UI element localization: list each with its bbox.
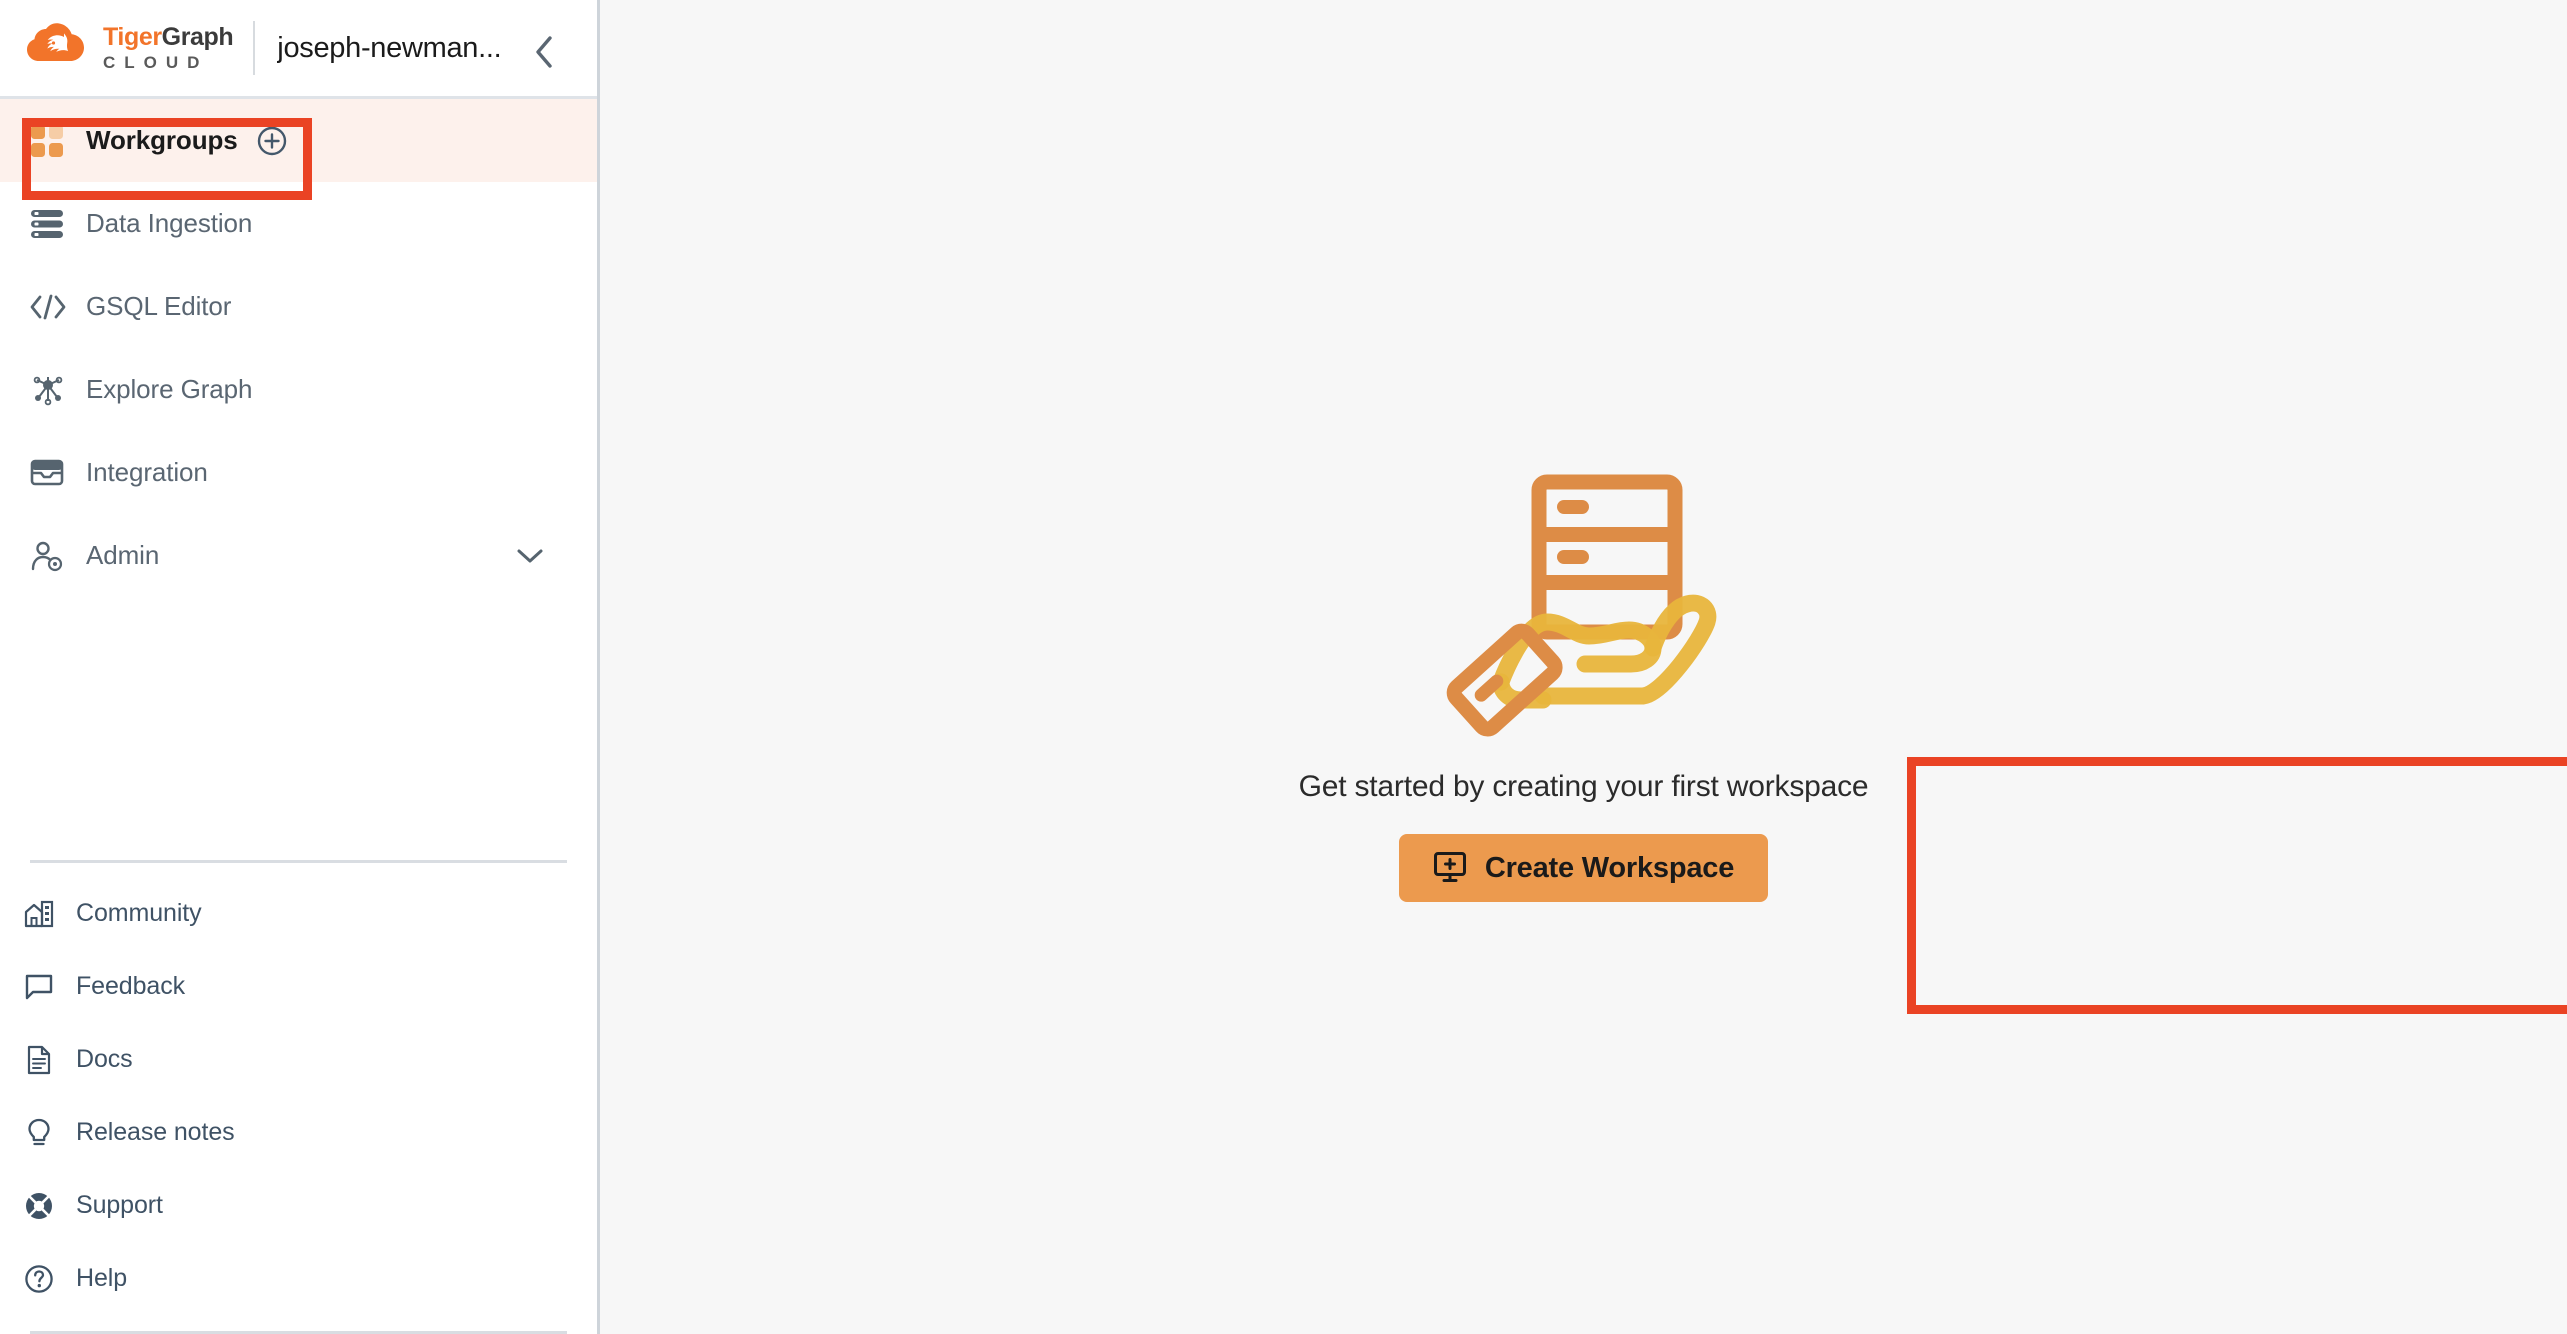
sidebar-item-integration[interactable]: Integration	[0, 431, 597, 514]
sidebar-item-admin[interactable]: Admin	[0, 514, 597, 597]
sidebar-secondary-nav: Community Feedback Docs Release notes Su…	[0, 863, 597, 1315]
logo-graph-text: Graph	[161, 23, 234, 51]
create-workspace-label: Create Workspace	[1484, 851, 1735, 884]
logo-cloud-text: CLOUD	[103, 53, 209, 72]
sidebar-item-label: Docs	[76, 1045, 133, 1073]
logo-line-one: TigerGraph	[103, 23, 234, 51]
sidebar-item-label: Support	[76, 1191, 163, 1219]
logo-wordmark: TigerGraph CLOUD	[103, 23, 234, 72]
app-root: TigerGraph CLOUD joseph-newman... Workgr…	[0, 0, 2567, 1334]
create-workspace-button[interactable]: Create Workspace	[1398, 834, 1769, 902]
logo-tiger-text: Tiger	[103, 23, 162, 51]
sidebar-item-label: Workgroups	[86, 125, 238, 155]
sidebar-item-release-notes[interactable]: Release notes	[0, 1096, 597, 1169]
sidebar-item-label: Feedback	[76, 972, 185, 1000]
hand-holding-server-illustration	[1446, 474, 1716, 737]
graph-nodes-icon	[30, 373, 74, 407]
lightbulb-icon	[18, 1118, 60, 1148]
sidebar-item-support[interactable]: Support	[0, 1169, 597, 1242]
community-building-icon	[18, 900, 60, 928]
sidebar-item-workgroups[interactable]: Workgroups	[0, 99, 597, 182]
sidebar-item-explore-graph[interactable]: Explore Graph	[0, 348, 597, 431]
lifebuoy-icon	[18, 1191, 60, 1221]
sidebar-item-label: Release notes	[76, 1118, 235, 1146]
sidebar-primary-nav: Workgroups Data Ingestion GSQL Editor Ex…	[0, 99, 597, 597]
sidebar-item-data-ingestion[interactable]: Data Ingestion	[0, 182, 597, 265]
plus-circle-icon	[257, 126, 286, 155]
empty-state: Get started by creating your first works…	[600, 470, 2567, 902]
sidebar-item-label: Help	[76, 1264, 128, 1292]
server-stack-icon	[30, 209, 74, 239]
sidebar-item-feedback[interactable]: Feedback	[0, 950, 597, 1023]
sidebar-item-label: Community	[76, 899, 202, 927]
inbox-tray-icon	[30, 458, 74, 488]
tigergraph-cloud-logo-icon	[27, 23, 84, 61]
empty-state-message: Get started by creating your first works…	[1298, 770, 1869, 803]
sidebar-header: TigerGraph CLOUD joseph-newman...	[0, 0, 597, 99]
speech-bubble-icon	[18, 973, 60, 1001]
chevron-down-icon	[517, 549, 543, 562]
sidebar-item-label: GSQL Editor	[86, 291, 232, 321]
monitor-plus-icon	[1433, 851, 1467, 886]
sidebar-item-community[interactable]: Community	[0, 877, 597, 950]
header-divider	[253, 21, 256, 75]
sidebar-collapse-button[interactable]	[520, 30, 568, 74]
sidebar-item-label: Admin	[86, 540, 160, 570]
cta-block: Get started by creating your first works…	[1299, 770, 1869, 902]
tigergraph-cloud-logo[interactable]: TigerGraph CLOUD	[26, 19, 234, 77]
sidebar-item-docs[interactable]: Docs	[0, 1023, 597, 1096]
account-name[interactable]: joseph-newman...	[277, 32, 501, 65]
main-content: Get started by creating your first works…	[600, 0, 2567, 1334]
sidebar: TigerGraph CLOUD joseph-newman... Workgr…	[0, 0, 600, 1334]
sidebar-item-label: Explore Graph	[86, 374, 253, 404]
sidebar-item-gsql-editor[interactable]: GSQL Editor	[0, 265, 597, 348]
question-circle-icon	[18, 1264, 60, 1294]
sidebar-item-label: Data Ingestion	[86, 208, 253, 238]
grid-squares-icon	[30, 124, 74, 158]
document-icon	[18, 1045, 60, 1075]
sidebar-item-label: Integration	[86, 457, 208, 487]
sidebar-item-help[interactable]: Help	[0, 1242, 597, 1315]
code-brackets-icon	[30, 293, 74, 321]
add-workgroup-button[interactable]	[256, 125, 288, 157]
user-gear-icon	[30, 540, 74, 572]
chevron-left-icon	[536, 36, 552, 68]
admin-expand-toggle[interactable]	[515, 546, 545, 566]
